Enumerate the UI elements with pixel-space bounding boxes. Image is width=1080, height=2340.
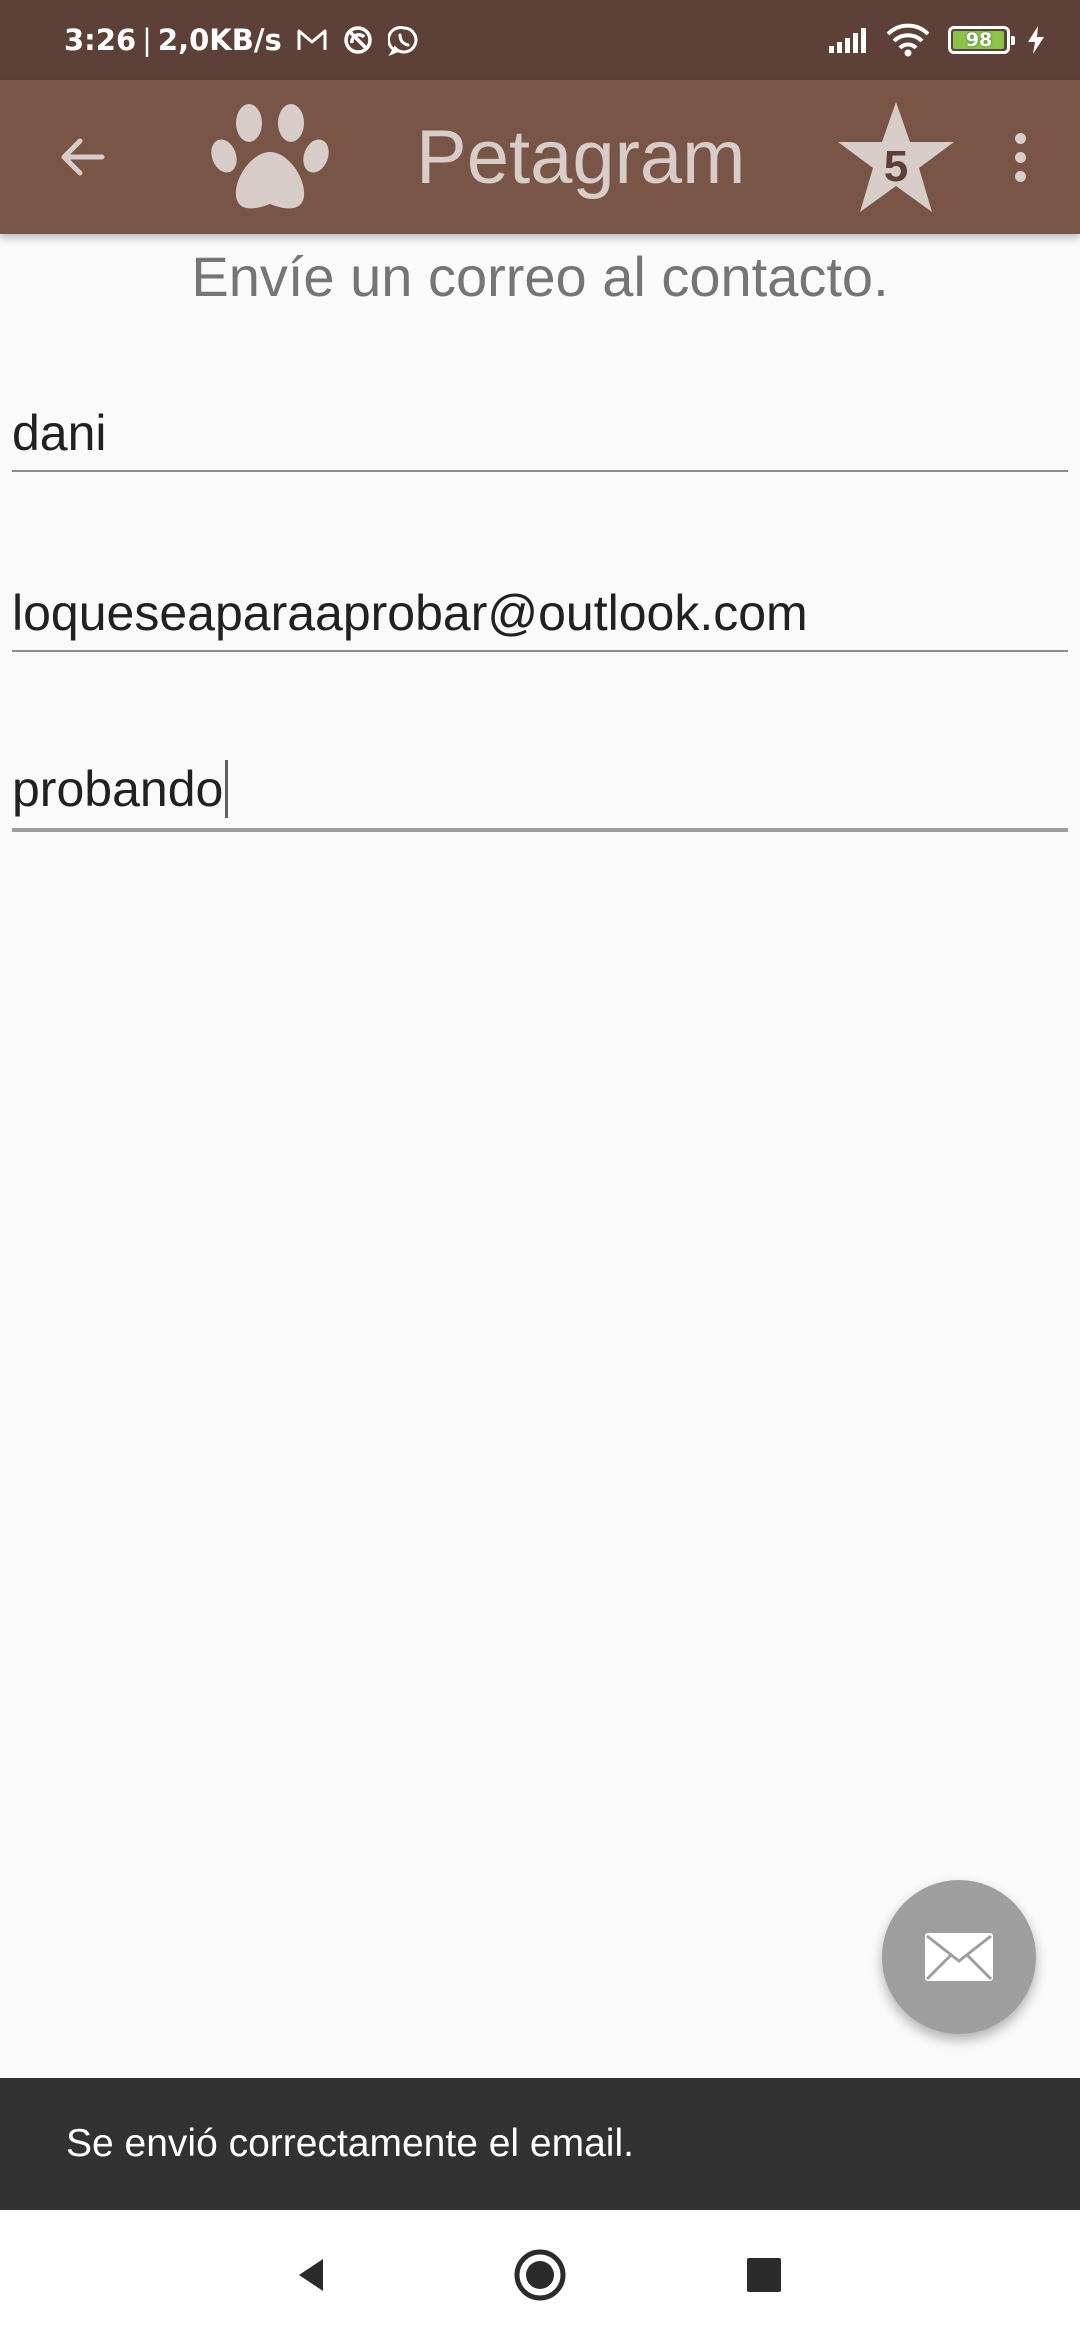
email-icon (925, 1933, 993, 1981)
vpn-icon (342, 24, 374, 56)
text-cursor (225, 760, 229, 818)
wifi-icon (886, 23, 930, 57)
app-title: Petagram (416, 114, 746, 200)
message-field-content: probando (12, 760, 229, 822)
menu-dot (1014, 132, 1026, 144)
favorites-star-button[interactable]: 5 (834, 98, 958, 218)
gmail-icon (296, 27, 328, 53)
charging-icon (1026, 25, 1046, 55)
nav-recents-button[interactable] (724, 2235, 804, 2315)
home-circle-icon (514, 2249, 566, 2301)
status-time: 3:26 (64, 23, 137, 57)
back-button[interactable] (42, 117, 122, 197)
network-speed: 2,0KB/s (157, 23, 282, 57)
status-separator: | (142, 23, 152, 57)
more-vert-icon[interactable] (1000, 117, 1040, 197)
battery-icon: 98 (948, 26, 1015, 54)
message-field[interactable]: probando (12, 752, 1068, 832)
email-field-underline (12, 650, 1068, 652)
name-field[interactable]: dani (12, 392, 1068, 472)
status-left: 3:26 | 2,0KB/s (64, 0, 420, 80)
paw-icon (211, 104, 329, 209)
system-nav-bar (0, 2210, 1080, 2340)
signal-icon (828, 26, 870, 54)
whatsapp-icon (387, 24, 420, 56)
email-field-value: loqueseaparaaprobar@outlook.com (12, 585, 808, 641)
battery-level-text: 98 (965, 29, 993, 51)
nav-home-button[interactable] (500, 2235, 580, 2315)
message-field-underline (12, 828, 1068, 832)
name-field-underline (12, 470, 1068, 472)
menu-dot (1014, 151, 1026, 163)
back-triangle-icon (299, 2259, 323, 2291)
email-field[interactable]: loqueseaparaaprobar@outlook.com (12, 572, 1068, 652)
app-bar: Petagram 5 (0, 80, 1080, 234)
arrow-back-icon (61, 138, 105, 176)
status-bar: 3:26 | 2,0KB/s 98 (0, 0, 1080, 80)
recents-square-icon (747, 2258, 781, 2292)
snackbar-message: Se envió correctamente el email. (66, 2122, 634, 2165)
menu-dot (1014, 170, 1026, 182)
name-field-value: dani (12, 405, 107, 461)
form-heading: Envíe un correo al contacto. (191, 245, 889, 308)
message-field-value: probando (12, 761, 224, 818)
star-count: 5 (883, 142, 909, 191)
nav-back-button[interactable] (273, 2235, 353, 2315)
snackbar: Se envió correctamente el email. (0, 2078, 1080, 2210)
send-email-fab[interactable] (882, 1880, 1036, 2034)
status-right: 98 (812, 0, 1046, 80)
